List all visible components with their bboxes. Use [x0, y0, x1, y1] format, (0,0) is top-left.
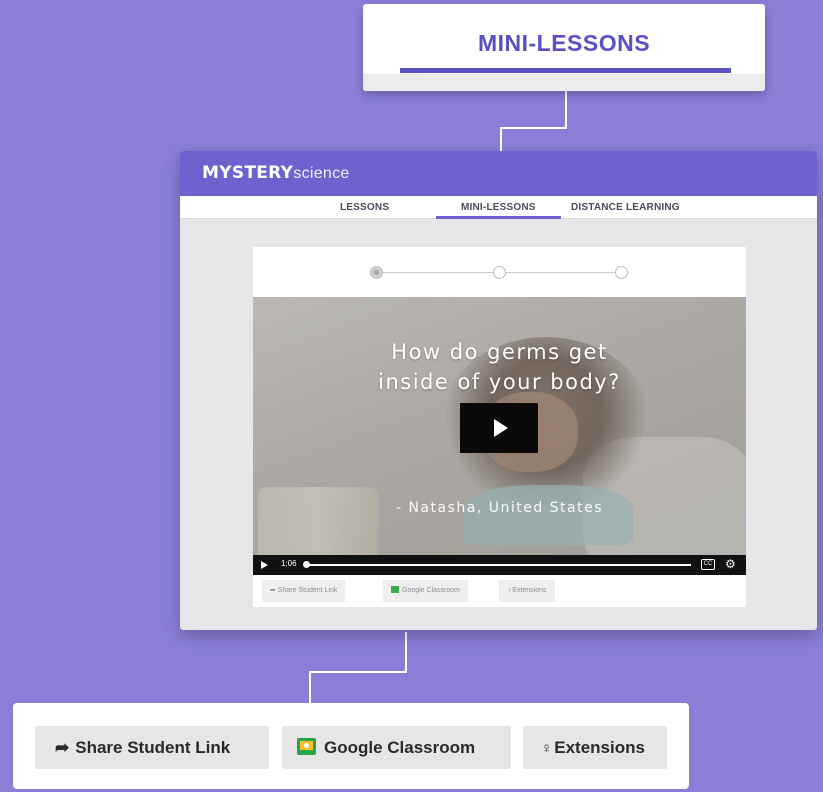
nav-tab-mini-lessons[interactable]: MINI-LESSONS	[461, 202, 536, 213]
google-classroom-icon	[391, 586, 399, 593]
video-player[interactable]: How do germs get inside of your body? - …	[253, 297, 746, 575]
active-tab-underline	[400, 68, 731, 73]
play-button[interactable]	[460, 403, 538, 453]
browser-window: MYSTERYscience LESSONS MINI-LESSONS DIST…	[180, 151, 817, 630]
button-label: Share Student Link	[277, 587, 338, 594]
button-label: Extensions	[554, 738, 645, 757]
connector-line	[309, 671, 311, 703]
nav-bar: LESSONS MINI-LESSONS DISTANCE LEARNING	[180, 196, 817, 219]
gear-icon[interactable]: ⚙	[725, 557, 736, 571]
google-classroom-button-small[interactable]: Google Classroom	[383, 580, 468, 602]
brand-logo-light: science	[293, 165, 350, 182]
google-classroom-icon	[297, 738, 316, 755]
share-student-link-button-small[interactable]: ➦ Share Student Link	[262, 580, 346, 602]
progress-line	[383, 272, 494, 273]
progress-step-2[interactable]	[493, 266, 506, 279]
callout-footer	[363, 74, 765, 91]
extensions-button-small[interactable]: ♀Extensions	[499, 580, 555, 602]
brand-logo-bold: MYSTERY	[202, 163, 294, 183]
progress-step-1[interactable]	[370, 266, 383, 279]
closed-captions-icon[interactable]: CC	[701, 559, 715, 570]
nav-tab-lessons[interactable]: LESSONS	[340, 202, 389, 213]
share-student-link-button[interactable]: ➦ Share Student Link	[35, 726, 269, 769]
video-credit: - Natasha, United States	[395, 500, 604, 516]
button-label: Extensions	[512, 587, 547, 594]
video-time: 1:06	[281, 559, 297, 568]
connector-line	[500, 127, 567, 129]
video-controls: 1:06 CC ⚙	[253, 555, 746, 575]
lesson-card: How do germs get inside of your body? - …	[253, 247, 746, 607]
button-label: Google Classroom	[324, 738, 476, 757]
brand-bar: MYSTERYscience	[180, 151, 817, 196]
seek-bar[interactable]	[306, 564, 691, 566]
google-classroom-button[interactable]: Google Classroom	[282, 726, 511, 769]
video-title-line: How do germs get	[391, 340, 608, 364]
progress-step-3[interactable]	[615, 266, 628, 279]
lightbulb-icon: ♀	[541, 740, 553, 757]
brand-logo[interactable]: MYSTERYscience	[202, 163, 350, 183]
mini-lessons-callout: MINI-LESSONS	[363, 4, 765, 91]
action-buttons-callout: ➦ Share Student Link Google Classroom ♀ Ex…	[13, 703, 689, 789]
step-progress	[253, 247, 746, 297]
share-arrow-icon: ➦	[270, 587, 276, 594]
extensions-button[interactable]: ♀ Extensions	[523, 726, 667, 769]
nav-tab-distance-learning[interactable]: DISTANCE LEARNING	[571, 202, 680, 213]
seek-handle[interactable]	[303, 561, 310, 568]
share-arrow-icon: ➦	[55, 738, 70, 757]
callout-title: MINI-LESSONS	[477, 30, 651, 56]
video-title: How do germs get inside of your body?	[253, 337, 746, 397]
connector-line	[309, 671, 407, 673]
connector-line	[565, 91, 567, 128]
nav-active-indicator	[436, 216, 561, 219]
card-action-bar: ➦ Share Student Link Google Classroom ♀E…	[253, 580, 746, 602]
button-label: Google Classroom	[402, 587, 460, 594]
video-title-line: inside of your body?	[378, 370, 621, 394]
progress-line	[506, 272, 617, 273]
play-icon[interactable]	[261, 561, 268, 569]
connector-line	[405, 632, 407, 672]
button-label: Share Student Link	[75, 738, 231, 757]
